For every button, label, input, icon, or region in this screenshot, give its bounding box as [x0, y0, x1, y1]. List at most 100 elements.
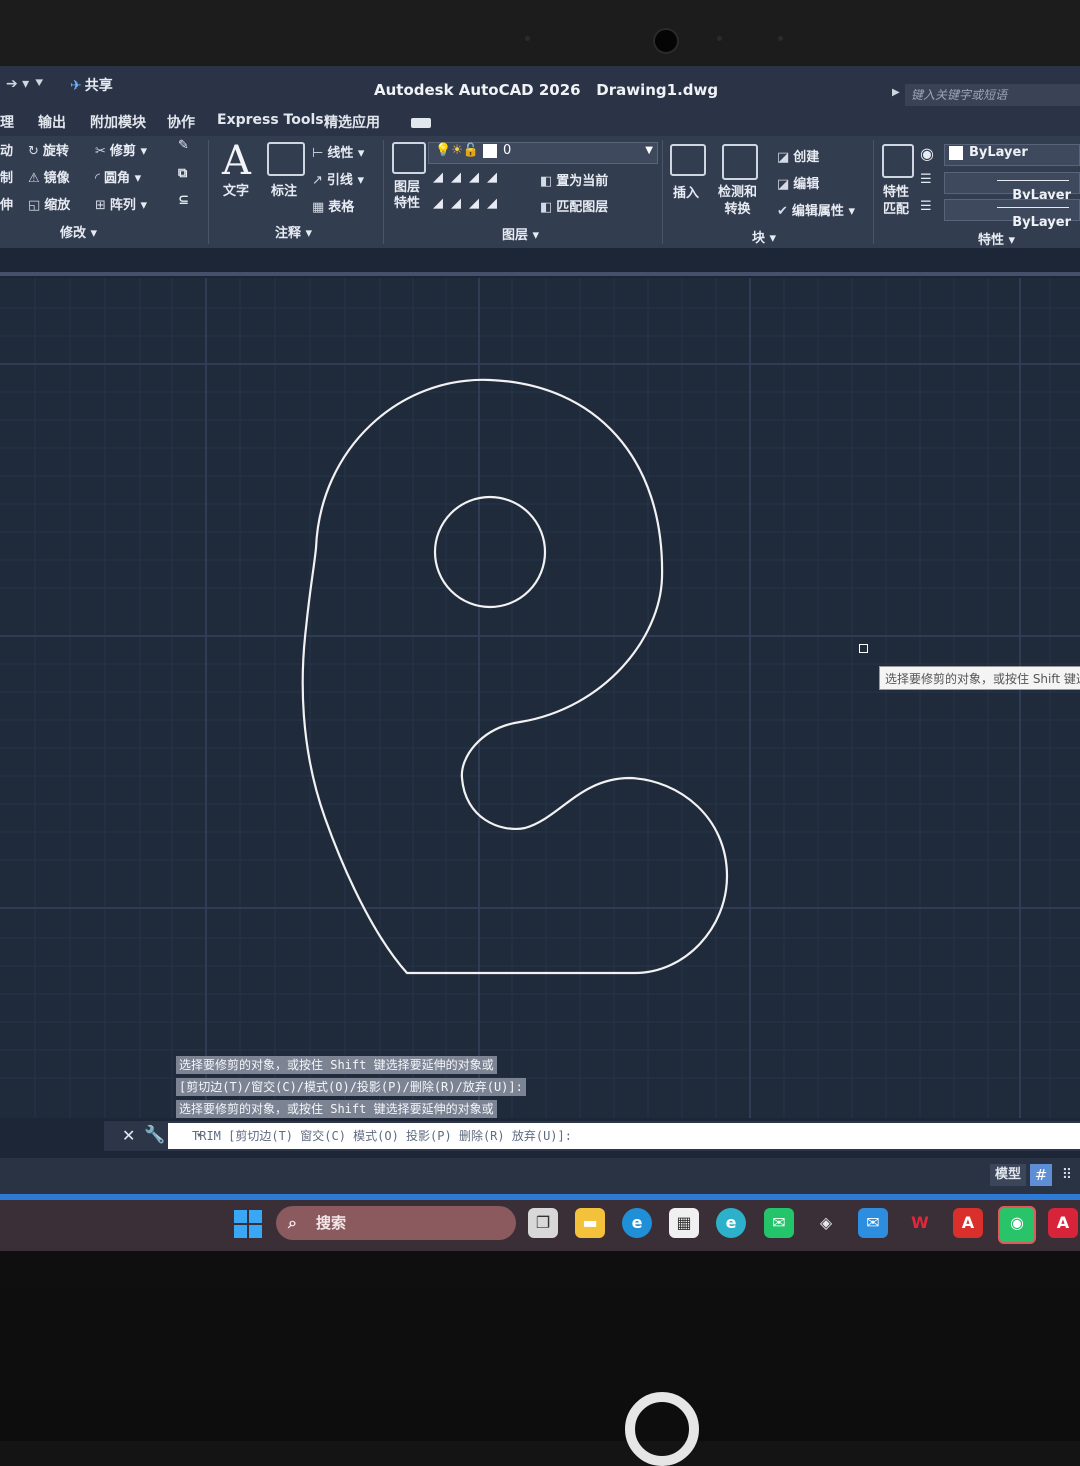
tab-output[interactable]: 输出 — [38, 112, 66, 132]
file-explorer-icon[interactable]: ▬ — [575, 1208, 605, 1238]
sun-icon: ☀ — [451, 143, 463, 158]
trim-button[interactable]: ✂ 修剪 ▾ — [95, 140, 147, 159]
color-wheel-icon[interactable]: ◉ — [920, 144, 934, 163]
linear-button[interactable]: ⊢ 线性 ▾ — [312, 142, 364, 161]
command-input[interactable]: ▾ TRIM [剪切边(T) 窗交(C) 模式(O) 投影(P) 删除(R) 放… — [168, 1123, 1080, 1149]
create-block-icon: ◪ — [777, 150, 790, 165]
taskbar-search[interactable]: ⌕ 搜索 — [276, 1206, 516, 1240]
layer-properties-icon[interactable] — [392, 142, 426, 174]
copy-button[interactable]: 制 — [0, 167, 13, 186]
modify-panel-title[interactable]: 修改 ▾ — [60, 222, 97, 241]
unity-icon[interactable]: ◈ — [811, 1208, 841, 1238]
share-icon: ✈ — [70, 78, 82, 94]
tab-express-tools[interactable]: Express Tools — [217, 112, 324, 128]
linear-dim-icon: ⊢ — [312, 146, 324, 161]
store-icon[interactable]: ▦ — [669, 1208, 699, 1238]
edit-block-button[interactable]: ◪ 编辑 — [777, 173, 819, 192]
dimension-button-label[interactable]: 标注 — [271, 180, 297, 199]
lineweight-dropdown[interactable]: ByLayer — [944, 199, 1080, 230]
sensor-dot — [778, 36, 783, 41]
viewport-divider — [0, 272, 1080, 276]
title-bar: ➔ ▾ ⯆ ✈ 共享 Autodesk AutoCAD 2026 Drawing1… — [0, 66, 1080, 106]
linetype-dropdown[interactable]: ByLayer — [944, 172, 1080, 203]
snap-toggle-icon[interactable]: ⠿ — [1056, 1164, 1078, 1186]
help-search-input[interactable]: 键入关键字或短语 — [905, 84, 1080, 106]
command-text: TRIM [剪切边(T) 窗交(C) 模式(O) 投影(P) 删除(R) 放弃(… — [192, 1129, 572, 1143]
chevron-right-icon[interactable]: ▶ — [892, 87, 900, 98]
leader-icon: ↗ — [312, 173, 323, 188]
close-icon[interactable]: ✕ — [122, 1126, 135, 1145]
match-layer-button[interactable]: ◧ 匹配图层 — [540, 196, 608, 215]
sensor-dot — [525, 36, 530, 41]
panel-divider — [873, 140, 874, 244]
acrobat-icon[interactable]: A — [953, 1208, 983, 1238]
explode-icon[interactable]: ⧉ — [178, 166, 187, 181]
detect-convert-icon[interactable] — [722, 144, 758, 180]
insert-button-label[interactable]: 插入 — [673, 182, 699, 201]
make-current-button[interactable]: ◧ 置为当前 — [540, 170, 608, 189]
wechat-work-icon[interactable]: ✉ — [764, 1208, 794, 1238]
status-bar: 模型 # ⠿ — [0, 1158, 1080, 1194]
match-properties-label[interactable]: 特性 匹配 — [883, 184, 909, 218]
share-button[interactable]: ✈ 共享 — [70, 75, 113, 95]
text-button-label[interactable]: 文字 — [223, 180, 249, 199]
detect-convert-label[interactable]: 检测和 转换 — [718, 184, 757, 218]
layer-properties-label[interactable]: 图层 特性 — [394, 180, 420, 212]
edge-icon[interactable]: e — [622, 1208, 652, 1238]
tab-featured-apps[interactable]: 精选应用 — [324, 112, 380, 132]
wechat-icon[interactable]: ◉ — [998, 1206, 1036, 1244]
windows-start-icon[interactable] — [234, 1210, 262, 1238]
grid-toggle-icon[interactable]: # — [1030, 1164, 1052, 1186]
grid-and-geometry — [0, 278, 1080, 1118]
ribbon: 动 ↻ 旋转 ✂ 修剪 ▾ ✎ 制 ⚠ 镜像 ◜ 圆角 ▾ ⧉ 伸 ◱ 缩放 ⊞ 阵列 ▾ … — [0, 136, 1080, 248]
chevron-down-icon[interactable]: ▾ — [196, 1123, 202, 1149]
text-icon[interactable]: A — [222, 138, 251, 184]
dimension-icon[interactable] — [267, 142, 305, 176]
stretch2-button[interactable]: 伸 — [0, 194, 13, 213]
match-properties-icon[interactable] — [882, 144, 914, 178]
wrench-icon[interactable]: 🔧 — [144, 1125, 165, 1145]
tab-collaborate[interactable]: 协作 — [167, 112, 195, 132]
create-block-button[interactable]: ◪ 创建 — [777, 146, 819, 165]
offset-icon[interactable]: ⊆ — [178, 193, 189, 208]
lineweight-icon: ☰ — [920, 199, 932, 214]
tab-overflow-button[interactable] — [411, 118, 431, 128]
mail-icon[interactable]: ✉ — [858, 1208, 888, 1238]
leader-button[interactable]: ↗ 引线 ▾ — [312, 169, 364, 188]
autocad-icon[interactable]: A — [1048, 1208, 1078, 1238]
unlock-icon: 🔓 — [462, 143, 480, 158]
scale-button[interactable]: ◱ 缩放 — [28, 194, 70, 213]
quick-access-toolbar[interactable]: ➔ ▾ ⯆ — [6, 76, 45, 92]
tab-addins[interactable]: 附加模块 — [90, 112, 146, 132]
properties-panel-title[interactable]: 特性 ▾ — [978, 229, 1015, 248]
block-panel-title[interactable]: 块 ▾ — [752, 227, 776, 246]
insert-block-icon[interactable] — [670, 144, 706, 176]
color-swatch — [949, 145, 963, 160]
match-layer-icon: ◧ — [540, 200, 553, 215]
fillet-button[interactable]: ◜ 圆角 ▾ — [95, 167, 141, 186]
mirror-button[interactable]: ⚠ 镜像 — [28, 167, 70, 186]
erase-icon[interactable]: ✎ — [178, 138, 189, 153]
annotation-panel-title[interactable]: 注释 ▾ — [275, 222, 312, 241]
wps-icon[interactable]: W — [905, 1208, 935, 1238]
edit-attributes-button[interactable]: ✔ 编辑属性 ▾ — [777, 200, 855, 219]
stretch-button[interactable]: 动 — [0, 140, 13, 159]
layer-tools-row1[interactable]: ◢◢◢◢ — [433, 170, 505, 185]
layers-panel-title[interactable]: 图层 ▾ — [502, 224, 539, 243]
layer-dropdown[interactable]: 💡☀🔓 0 ▼ — [428, 142, 658, 164]
task-view-icon[interactable]: ❐ — [528, 1208, 558, 1238]
model-space-button[interactable]: 模型 — [990, 1164, 1026, 1186]
layer-tools-row2[interactable]: ◢◢◢◢ — [433, 196, 505, 211]
rotate-button[interactable]: ↻ 旋转 — [28, 140, 69, 159]
edge-dev-icon[interactable]: e — [716, 1208, 746, 1238]
command-history-line: 选择要修剪的对象，或按住 Shift 键选择要延伸的对象或 — [176, 1056, 497, 1074]
ribbon-tabs: 理 输出 附加模块 协作 Express Tools 精选应用 — [0, 106, 1080, 136]
drawing-canvas[interactable]: 选择要修剪的对象，或按住 Shift 键选择要延伸的对象或 选择要修剪的对象，或… — [0, 278, 1080, 1118]
panel-divider — [208, 140, 209, 244]
array-button[interactable]: ⊞ 阵列 ▾ — [95, 194, 147, 213]
color-dropdown[interactable]: ByLayer — [944, 144, 1080, 166]
trimmed-outline[interactable] — [301, 378, 729, 975]
table-button[interactable]: ▦ 表格 — [312, 196, 354, 215]
autocad-window: ➔ ▾ ⯆ ✈ 共享 Autodesk AutoCAD 2026 Drawing1… — [0, 66, 1080, 1251]
tab-manage[interactable]: 理 — [0, 112, 14, 132]
